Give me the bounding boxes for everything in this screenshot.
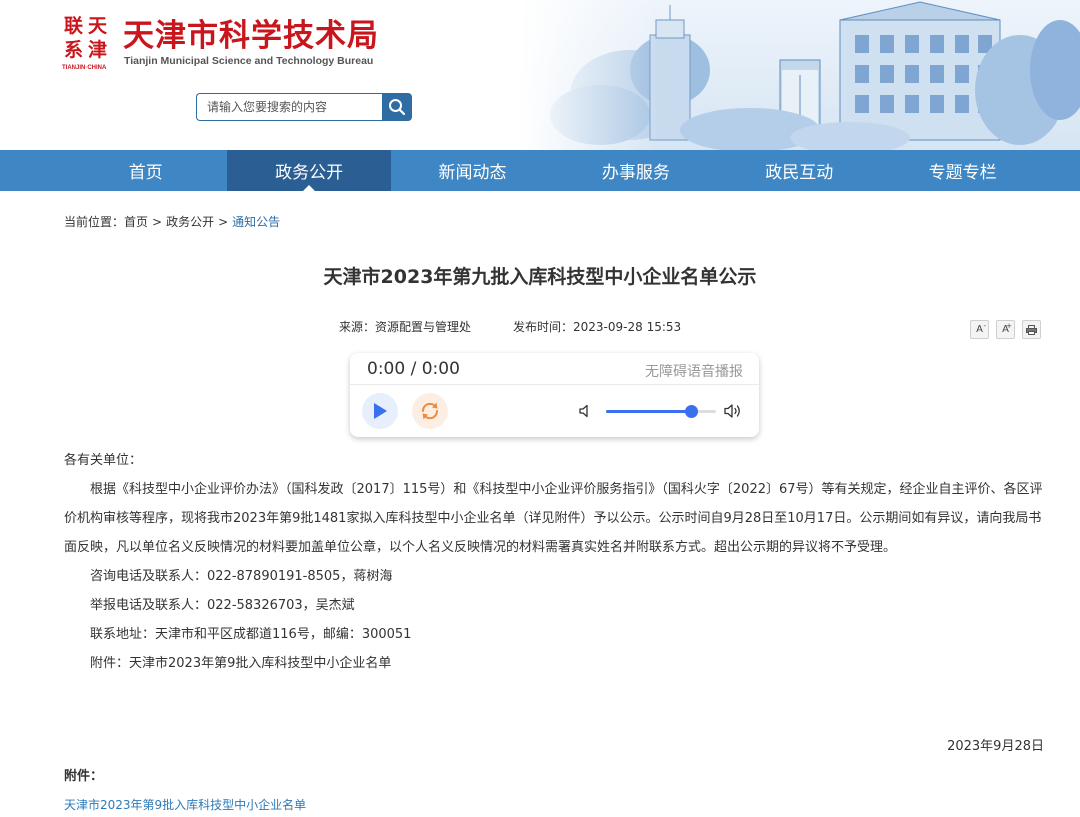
volume-mute-icon[interactable]: [579, 404, 593, 418]
volume-slider[interactable]: [606, 405, 716, 418]
article-publish-time: 发布时间：2023-09-28 15:53: [513, 320, 682, 334]
search-box: [196, 93, 416, 121]
article-paragraph: 根据《科技型中小企业评价办法》（国科发政〔2017〕115号）和《科技型中小企业…: [64, 482, 1043, 555]
consult-contact: 咨询电话及联系人：022-87890191-8505，蒋树海: [90, 569, 393, 584]
volume-slider-fill: [606, 410, 691, 413]
attachment-link[interactable]: 天津市2023年第9批入库科技型中小企业名单: [64, 796, 306, 813]
article-meta: 来源：资源配置与管理处 发布时间：2023-09-28 15:53: [339, 318, 681, 335]
header-building-illustration: [520, 0, 1080, 150]
player-label: 无障碍语音播报: [645, 364, 743, 380]
emblem-caption: TIANJIN·CHINA: [62, 65, 107, 71]
city-emblem-icon: 联 天 系 津 TIANJIN·CHINA: [62, 15, 108, 71]
play-button[interactable]: [362, 393, 398, 429]
breadcrumb-home[interactable]: 首页: [124, 215, 148, 229]
breadcrumb-notices[interactable]: 通知公告: [232, 215, 280, 229]
signature-date: 2023年9月28日: [947, 739, 1044, 754]
player-divider: [350, 384, 759, 385]
print-button[interactable]: [1022, 320, 1041, 339]
breadcrumb-government-affairs[interactable]: 政务公开: [166, 215, 214, 229]
report-contact: 举报电话及联系人：022-58326703，吴杰斌: [90, 598, 355, 613]
article-title: 天津市2023年第九批入库科技型中小企业名单公示: [323, 266, 757, 288]
search-button[interactable]: [382, 93, 412, 121]
play-icon: [374, 403, 387, 419]
article-body: 各有关单位： 根据《科技型中小企业评价办法》（国科发政〔2017〕115号）和《…: [64, 446, 1049, 678]
search-icon: [389, 99, 406, 116]
attachment-note: 附件：天津市2023年第9批入库科技型中小企业名单: [90, 656, 392, 671]
font-increase-button[interactable]: A +: [996, 320, 1015, 339]
breadcrumb-separator: >: [152, 215, 163, 229]
breadcrumb: 当前位置：首页 > 政务公开 > 通知公告: [64, 213, 280, 230]
site-logo[interactable]: 联 天 系 津 TIANJIN·CHINA 天津市科学技术局 Tianjin M…: [62, 14, 382, 74]
main-nav: 首页 政务公开 新闻动态 办事服务 政民互动 专题专栏: [0, 150, 1080, 191]
audio-player: 0:00 / 0:00 无障碍语音播报: [350, 353, 759, 437]
nav-item-interaction[interactable]: 政民互动: [718, 150, 881, 191]
search-input[interactable]: [196, 93, 382, 121]
article-tools: A- A +: [970, 320, 1041, 340]
font-decrease-button[interactable]: A-: [970, 320, 989, 339]
nav-item-government-affairs[interactable]: 政务公开: [227, 150, 391, 191]
nav-item-home[interactable]: 首页: [64, 150, 227, 191]
nav-item-news[interactable]: 新闻动态: [391, 150, 554, 191]
site-header: 联 天 系 津 TIANJIN·CHINA 天津市科学技术局 Tianjin M…: [0, 0, 1080, 150]
nav-item-services[interactable]: 办事服务: [554, 150, 717, 191]
printer-icon: [1026, 324, 1037, 335]
breadcrumb-prefix: 当前位置：: [64, 215, 125, 229]
attachments-heading: 附件：: [64, 769, 104, 784]
site-title: 天津市科学技术局: [123, 18, 379, 54]
volume-slider-handle[interactable]: [684, 405, 698, 418]
player-time: 0:00 / 0:00: [367, 359, 460, 379]
volume-up-icon[interactable]: [724, 403, 744, 419]
site-title-en: Tianjin Municipal Science and Technology…: [124, 55, 374, 67]
loop-icon: [421, 402, 439, 420]
nav-item-topics[interactable]: 专题专栏: [881, 150, 1044, 191]
loop-button[interactable]: [412, 393, 448, 429]
contact-address: 联系地址：天津市和平区成都道116号，邮编：300051: [90, 627, 412, 642]
breadcrumb-separator: >: [218, 215, 229, 229]
article-source: 来源：资源配置与管理处: [339, 320, 472, 334]
salutation: 各有关单位：: [64, 453, 143, 468]
